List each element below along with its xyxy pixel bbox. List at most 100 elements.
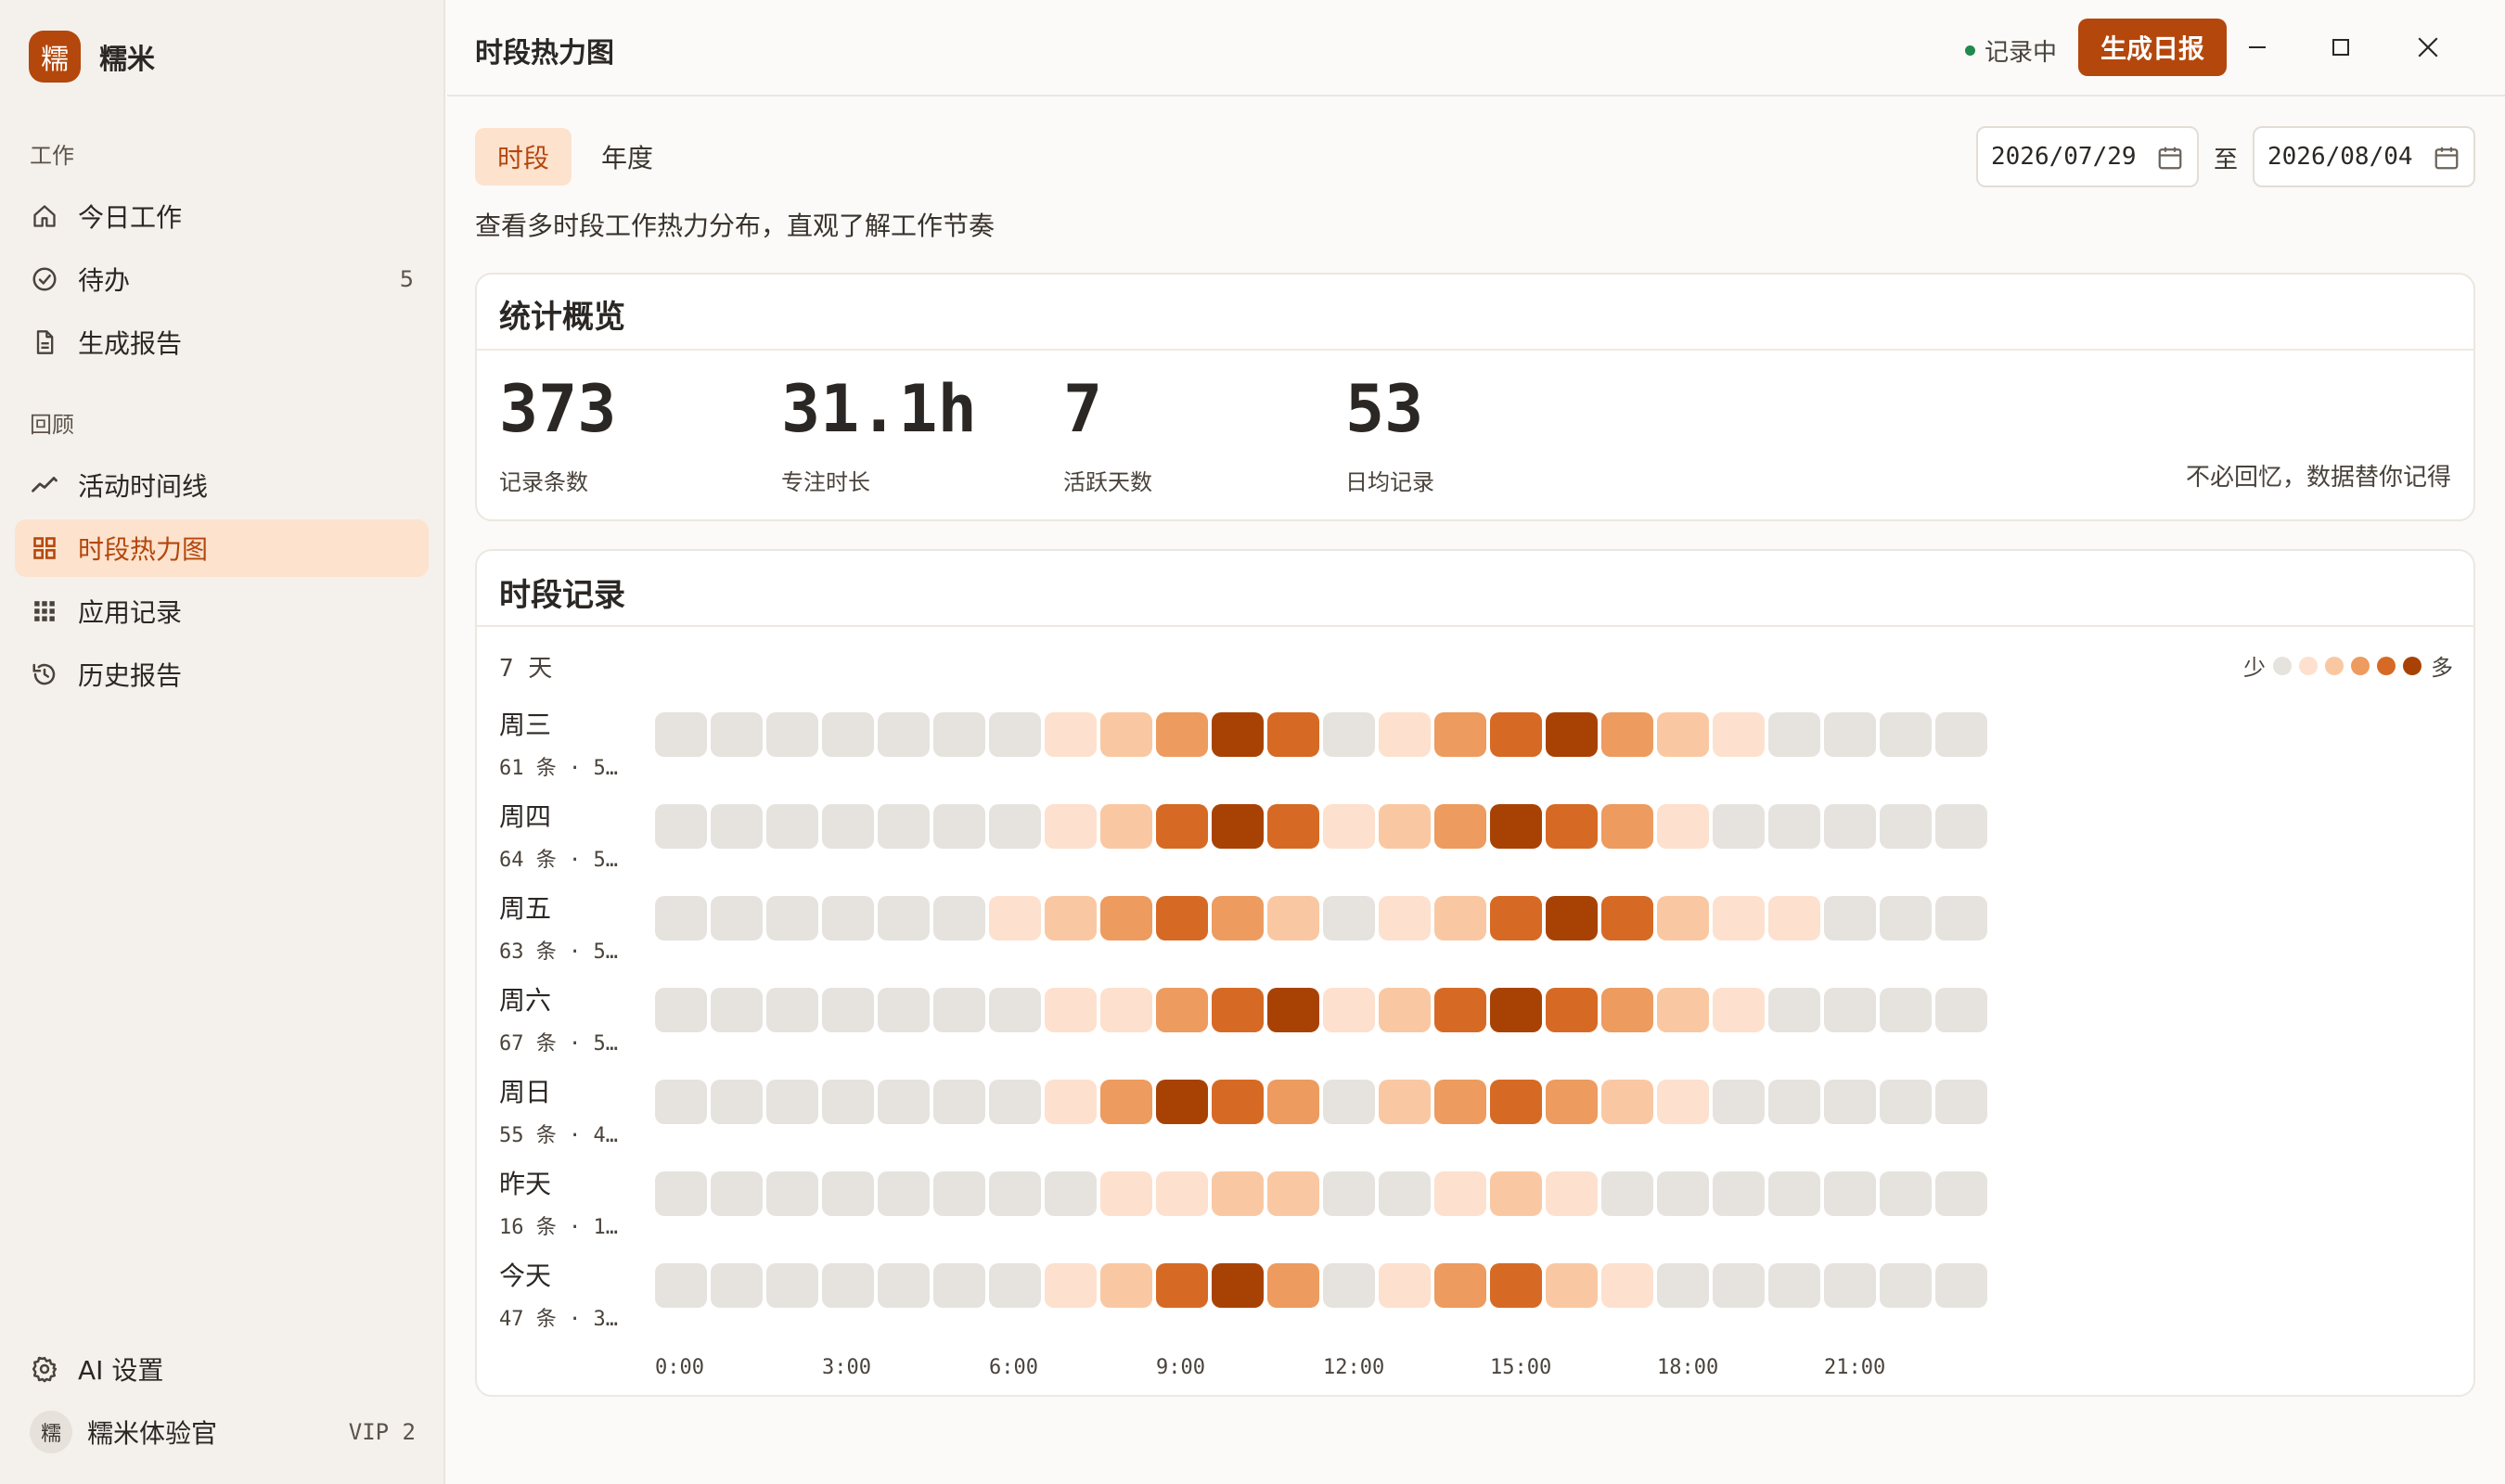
heatmap-cell[interactable] [822, 1263, 874, 1308]
heatmap-cell[interactable] [655, 896, 707, 940]
heatmap-cell[interactable] [1156, 1171, 1208, 1216]
sidebar-item-todo[interactable]: 待办 5 [15, 250, 429, 308]
heatmap-cell[interactable] [1045, 896, 1097, 940]
heatmap-cell[interactable] [822, 712, 874, 757]
heatmap-cell[interactable] [1156, 1080, 1208, 1124]
heatmap-cell[interactable] [1100, 988, 1152, 1032]
heatmap-cell[interactable] [1601, 712, 1653, 757]
heatmap-cell[interactable] [822, 1171, 874, 1216]
heatmap-cell[interactable] [878, 1263, 930, 1308]
heatmap-cell[interactable] [1935, 1080, 1987, 1124]
heatmap-cell[interactable] [1713, 988, 1765, 1032]
heatmap-cell[interactable] [1880, 1171, 1932, 1216]
heatmap-cell[interactable] [933, 896, 985, 940]
heatmap-cell[interactable] [711, 712, 763, 757]
heatmap-cell[interactable] [766, 712, 818, 757]
heatmap-cell[interactable] [1045, 1263, 1097, 1308]
heatmap-cell[interactable] [766, 1263, 818, 1308]
heatmap-cell[interactable] [878, 1080, 930, 1124]
heatmap-cell[interactable] [1100, 1263, 1152, 1308]
heatmap-cell[interactable] [1267, 712, 1319, 757]
start-date-picker[interactable]: 2026/07/29 [1976, 126, 2199, 187]
heatmap-cell[interactable] [1212, 988, 1264, 1032]
heatmap-cell[interactable] [1379, 988, 1431, 1032]
sidebar-item-today[interactable]: 今日工作 [15, 187, 429, 245]
heatmap-cell[interactable] [1490, 804, 1542, 849]
heatmap-cell[interactable] [1100, 896, 1152, 940]
heatmap-cell[interactable] [933, 988, 985, 1032]
heatmap-cell[interactable] [989, 1263, 1041, 1308]
heatmap-cell[interactable] [1935, 988, 1987, 1032]
heatmap-cell[interactable] [1212, 804, 1264, 849]
heatmap-cell[interactable] [655, 1171, 707, 1216]
heatmap-cell[interactable] [1713, 712, 1765, 757]
heatmap-cell[interactable] [822, 1080, 874, 1124]
heatmap-cell[interactable] [1880, 804, 1932, 849]
heatmap-cell[interactable] [1935, 712, 1987, 757]
heatmap-cell[interactable] [1434, 988, 1486, 1032]
heatmap-cell[interactable] [1880, 712, 1932, 757]
heatmap-cell[interactable] [822, 804, 874, 849]
heatmap-cell[interactable] [1379, 712, 1431, 757]
heatmap-cell[interactable] [766, 1080, 818, 1124]
heatmap-cell[interactable] [711, 1171, 763, 1216]
sidebar-item-ai-settings[interactable]: AI 设置 [15, 1340, 429, 1398]
tab-year[interactable]: 年度 [579, 128, 675, 186]
heatmap-cell[interactable] [1490, 988, 1542, 1032]
heatmap-cell[interactable] [1880, 1080, 1932, 1124]
heatmap-cell[interactable] [1045, 988, 1097, 1032]
heatmap-cell[interactable] [1100, 1080, 1152, 1124]
heatmap-cell[interactable] [1657, 1171, 1709, 1216]
heatmap-cell[interactable] [1434, 896, 1486, 940]
heatmap-cell[interactable] [1824, 1080, 1876, 1124]
heatmap-cell[interactable] [711, 896, 763, 940]
heatmap-cell[interactable] [1713, 1080, 1765, 1124]
heatmap-cell[interactable] [878, 804, 930, 849]
heatmap-cell[interactable] [1267, 988, 1319, 1032]
heatmap-cell[interactable] [655, 1263, 707, 1308]
heatmap-cell[interactable] [1657, 896, 1709, 940]
heatmap-cell[interactable] [1546, 1171, 1598, 1216]
heatmap-cell[interactable] [1768, 1263, 1820, 1308]
heatmap-cell[interactable] [1657, 804, 1709, 849]
heatmap-cell[interactable] [1379, 1080, 1431, 1124]
heatmap-cell[interactable] [989, 988, 1041, 1032]
heatmap-cell[interactable] [1824, 988, 1876, 1032]
heatmap-cell[interactable] [1434, 1263, 1486, 1308]
heatmap-cell[interactable] [1379, 1171, 1431, 1216]
heatmap-cell[interactable] [1546, 1080, 1598, 1124]
heatmap-cell[interactable] [1156, 804, 1208, 849]
heatmap-cell[interactable] [1657, 1263, 1709, 1308]
heatmap-cell[interactable] [1601, 804, 1653, 849]
heatmap-cell[interactable] [1323, 988, 1375, 1032]
heatmap-cell[interactable] [1601, 988, 1653, 1032]
heatmap-cell[interactable] [878, 1171, 930, 1216]
heatmap-cell[interactable] [1546, 804, 1598, 849]
heatmap-cell[interactable] [989, 712, 1041, 757]
heatmap-cell[interactable] [1824, 896, 1876, 940]
heatmap-cell[interactable] [766, 1171, 818, 1216]
heatmap-cell[interactable] [1379, 1263, 1431, 1308]
heatmap-cell[interactable] [1323, 804, 1375, 849]
heatmap-cell[interactable] [1657, 1080, 1709, 1124]
heatmap-cell[interactable] [1212, 1171, 1264, 1216]
heatmap-cell[interactable] [655, 712, 707, 757]
sidebar-item-generate-report[interactable]: 生成报告 [15, 313, 429, 371]
heatmap-cell[interactable] [878, 988, 930, 1032]
heatmap-cell[interactable] [1880, 896, 1932, 940]
heatmap-cell[interactable] [1045, 804, 1097, 849]
heatmap-cell[interactable] [822, 896, 874, 940]
heatmap-cell[interactable] [1156, 712, 1208, 757]
heatmap-cell[interactable] [1935, 1263, 1987, 1308]
heatmap-cell[interactable] [1546, 712, 1598, 757]
heatmap-cell[interactable] [1267, 1263, 1319, 1308]
heatmap-cell[interactable] [1434, 804, 1486, 849]
heatmap-cell[interactable] [1212, 712, 1264, 757]
heatmap-cell[interactable] [1824, 804, 1876, 849]
heatmap-cell[interactable] [1601, 1263, 1653, 1308]
heatmap-cell[interactable] [1490, 1263, 1542, 1308]
heatmap-cell[interactable] [822, 988, 874, 1032]
heatmap-cell[interactable] [1156, 896, 1208, 940]
heatmap-cell[interactable] [1434, 712, 1486, 757]
heatmap-cell[interactable] [1824, 1263, 1876, 1308]
